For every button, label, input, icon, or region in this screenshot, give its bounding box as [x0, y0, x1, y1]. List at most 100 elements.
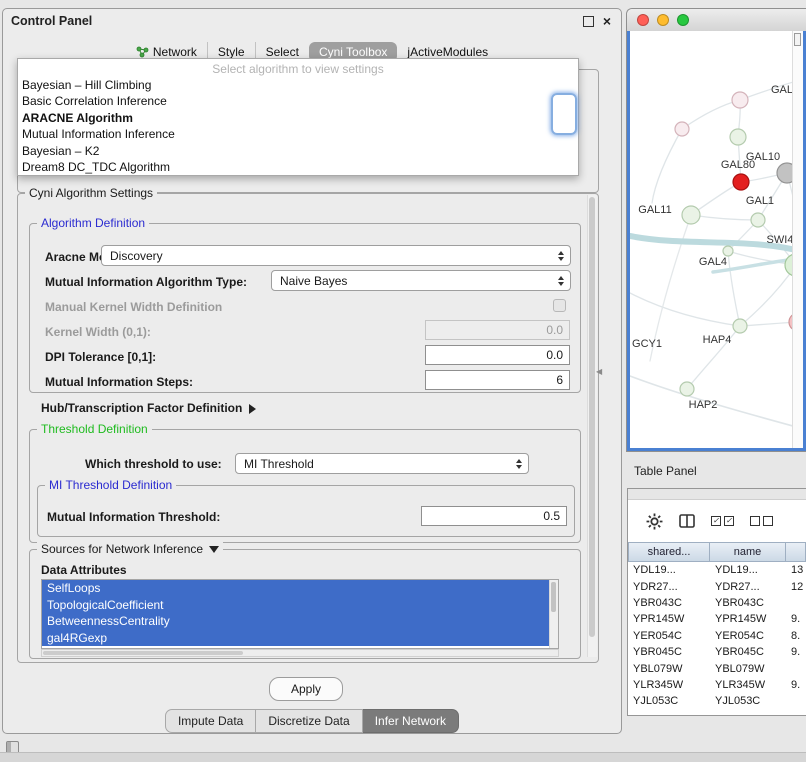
table-cell: YJL053C: [628, 695, 710, 707]
expand-right-icon[interactable]: [249, 404, 256, 414]
minimize-traffic-light[interactable]: [657, 14, 669, 26]
gear-icon[interactable]: [646, 513, 663, 530]
network-node[interactable]: [723, 246, 733, 256]
algorithm-combobox-focus-ring[interactable]: [551, 93, 577, 135]
table-cell: 12: [786, 581, 806, 593]
node-label-gal4: GAL4: [699, 256, 727, 268]
column-header-2[interactable]: [786, 542, 806, 562]
bottom-tab-impute-data[interactable]: Impute Data: [165, 709, 256, 733]
network-edge: [691, 215, 758, 220]
algorithm-definition-title: Algorithm Definition: [37, 216, 149, 230]
table-row[interactable]: YDL19...YDL19...13: [628, 562, 806, 578]
aracne-mode-select[interactable]: Discovery: [101, 245, 571, 266]
table-row[interactable]: YBR043CYBR043C: [628, 595, 806, 611]
close-traffic-light[interactable]: [637, 14, 649, 26]
algorithm-option-dream8-dc-tdc-algorithm[interactable]: Dream8 DC_TDC Algorithm: [18, 159, 578, 175]
table-row[interactable]: YBR045CYBR045C9.: [628, 644, 806, 660]
table-row[interactable]: YPR145WYPR145W9.: [628, 611, 806, 627]
network-window-titlebar[interactable]: [627, 9, 806, 32]
table-cell: YDR27...: [710, 581, 786, 593]
table-cell: YPR145W: [628, 613, 710, 625]
dpi-tolerance-field[interactable]: 0.0: [425, 345, 570, 365]
dpi-tolerance-value: 0.0: [546, 348, 563, 362]
table-cell: YER054C: [710, 630, 786, 642]
table-cell: YBR043C: [628, 597, 710, 609]
mi-type-select[interactable]: Naive Bayes: [271, 270, 571, 291]
table-row[interactable]: YJL053CYJL053C: [628, 693, 806, 709]
attribute-item-gal4rgexp[interactable]: gal4RGexp: [42, 630, 558, 647]
algorithm-placeholder-item[interactable]: Select algorithm to view settings: [18, 61, 578, 77]
algorithm-option-aracne-algorithm[interactable]: ARACNE Algorithm: [18, 110, 578, 126]
manual-kernel-checkbox[interactable]: [553, 299, 566, 312]
float-window-icon[interactable]: [583, 16, 594, 27]
table-row[interactable]: YLR345WYLR345W9.: [628, 677, 806, 693]
mi-threshold-label: Mutual Information Threshold:: [47, 510, 220, 524]
table-cell: YBL079W: [628, 663, 710, 675]
mi-steps-field[interactable]: 6: [425, 370, 570, 390]
settings-scrollbar[interactable]: [587, 195, 597, 657]
control-panel-titlebar[interactable]: Control Panel ×: [3, 9, 621, 33]
table-cell: YDL19...: [710, 564, 786, 576]
table-cell: YBR043C: [710, 597, 786, 609]
hub-section-toggle[interactable]: Hub/Transcription Factor Definition: [41, 401, 256, 415]
column-header-name[interactable]: name: [710, 542, 786, 562]
network-node[interactable]: [733, 174, 749, 190]
list-vertical-scrollbar[interactable]: [549, 580, 558, 648]
network-node[interactable]: [675, 122, 689, 136]
deselect-all-icon[interactable]: [750, 516, 773, 526]
attribute-item-selfloops[interactable]: SelfLoops: [42, 580, 558, 597]
network-canvas[interactable]: GALGAL10GAL80GAL11GAL1SWI4GAL4GCY1HAP4HA…: [627, 31, 806, 451]
table-row[interactable]: YBL079WYBL079W: [628, 660, 806, 676]
sources-section-toggle[interactable]: Sources for Network Inference: [37, 542, 223, 556]
split-pane-collapse-icon[interactable]: ◀: [596, 367, 602, 376]
close-icon[interactable]: ×: [603, 15, 611, 27]
settings-scrollbar-thumb[interactable]: [589, 197, 595, 637]
network-node[interactable]: [680, 382, 694, 396]
mi-threshold-value: 0.5: [543, 509, 560, 523]
algorithm-option-mutual-information-inference[interactable]: Mutual Information Inference: [18, 126, 578, 142]
table-cell: 9.: [786, 613, 806, 625]
table-row[interactable]: YDR27...YDR27...12: [628, 578, 806, 594]
network-node[interactable]: [682, 206, 700, 224]
bottom-tab-discretize-data[interactable]: Discretize Data: [256, 709, 362, 733]
table-cell: YDL19...: [628, 564, 710, 576]
attribute-item-topologicalcoefficient[interactable]: TopologicalCoefficient: [42, 597, 558, 614]
sources-title: Sources for Network Inference: [41, 542, 203, 556]
zoom-traffic-light[interactable]: [677, 14, 689, 26]
table-row[interactable]: YER054CYER054C8.: [628, 628, 806, 644]
table-body: YDL19...YDL19...13YDR27...YDR27...12YBR0…: [628, 562, 806, 710]
network-node[interactable]: [751, 213, 765, 227]
network-node[interactable]: [730, 129, 746, 145]
apply-button[interactable]: Apply: [269, 677, 343, 701]
columns-icon[interactable]: [679, 514, 695, 528]
mi-threshold-field[interactable]: 0.5: [421, 506, 567, 526]
list-horizontal-scrollbar[interactable]: [41, 649, 559, 657]
node-label-swi4: SWI4: [767, 234, 794, 246]
network-node[interactable]: [732, 92, 748, 108]
attribute-item-betweennesscentrality[interactable]: BetweennessCentrality: [42, 613, 558, 630]
expand-down-icon[interactable]: [209, 546, 219, 553]
node-label-gal: GAL: [771, 84, 793, 96]
network-vertical-scrollbar[interactable]: [792, 31, 803, 448]
network-view-window: GALGAL10GAL80GAL11GAL1SWI4GAL4GCY1HAP4HA…: [626, 8, 806, 452]
table-cell: YBR045C: [710, 646, 786, 658]
list-scrollbar-thumb[interactable]: [551, 582, 556, 612]
which-threshold-select[interactable]: MI Threshold: [235, 453, 529, 474]
table-cell: YER054C: [628, 630, 710, 642]
network-edge: [740, 265, 796, 326]
chevron-updown-icon: [558, 251, 564, 261]
traffic-lights: [637, 14, 689, 26]
bottom-tab-infer-network[interactable]: Infer Network: [363, 709, 459, 733]
network-scrollbar-thumb[interactable]: [794, 33, 801, 46]
select-all-icon[interactable]: ✓✓: [711, 516, 734, 526]
algorithm-option-bayesian-k2[interactable]: Bayesian – K2: [18, 143, 578, 159]
data-attributes-list[interactable]: SelfLoopsTopologicalCoefficientBetweenne…: [41, 579, 559, 649]
column-header-shared[interactable]: shared...: [628, 542, 710, 562]
node-label-gal11: GAL11: [638, 204, 671, 216]
kernel-width-field: 0.0: [425, 320, 570, 340]
network-node[interactable]: [733, 319, 747, 333]
algorithm-option-bayesian-hill-climbing[interactable]: Bayesian – Hill Climbing: [18, 77, 578, 93]
kernel-width-value: 0.0: [546, 323, 563, 337]
hscroll-thumb[interactable]: [43, 651, 243, 655]
algorithm-option-basic-correlation-inference[interactable]: Basic Correlation Inference: [18, 93, 578, 109]
